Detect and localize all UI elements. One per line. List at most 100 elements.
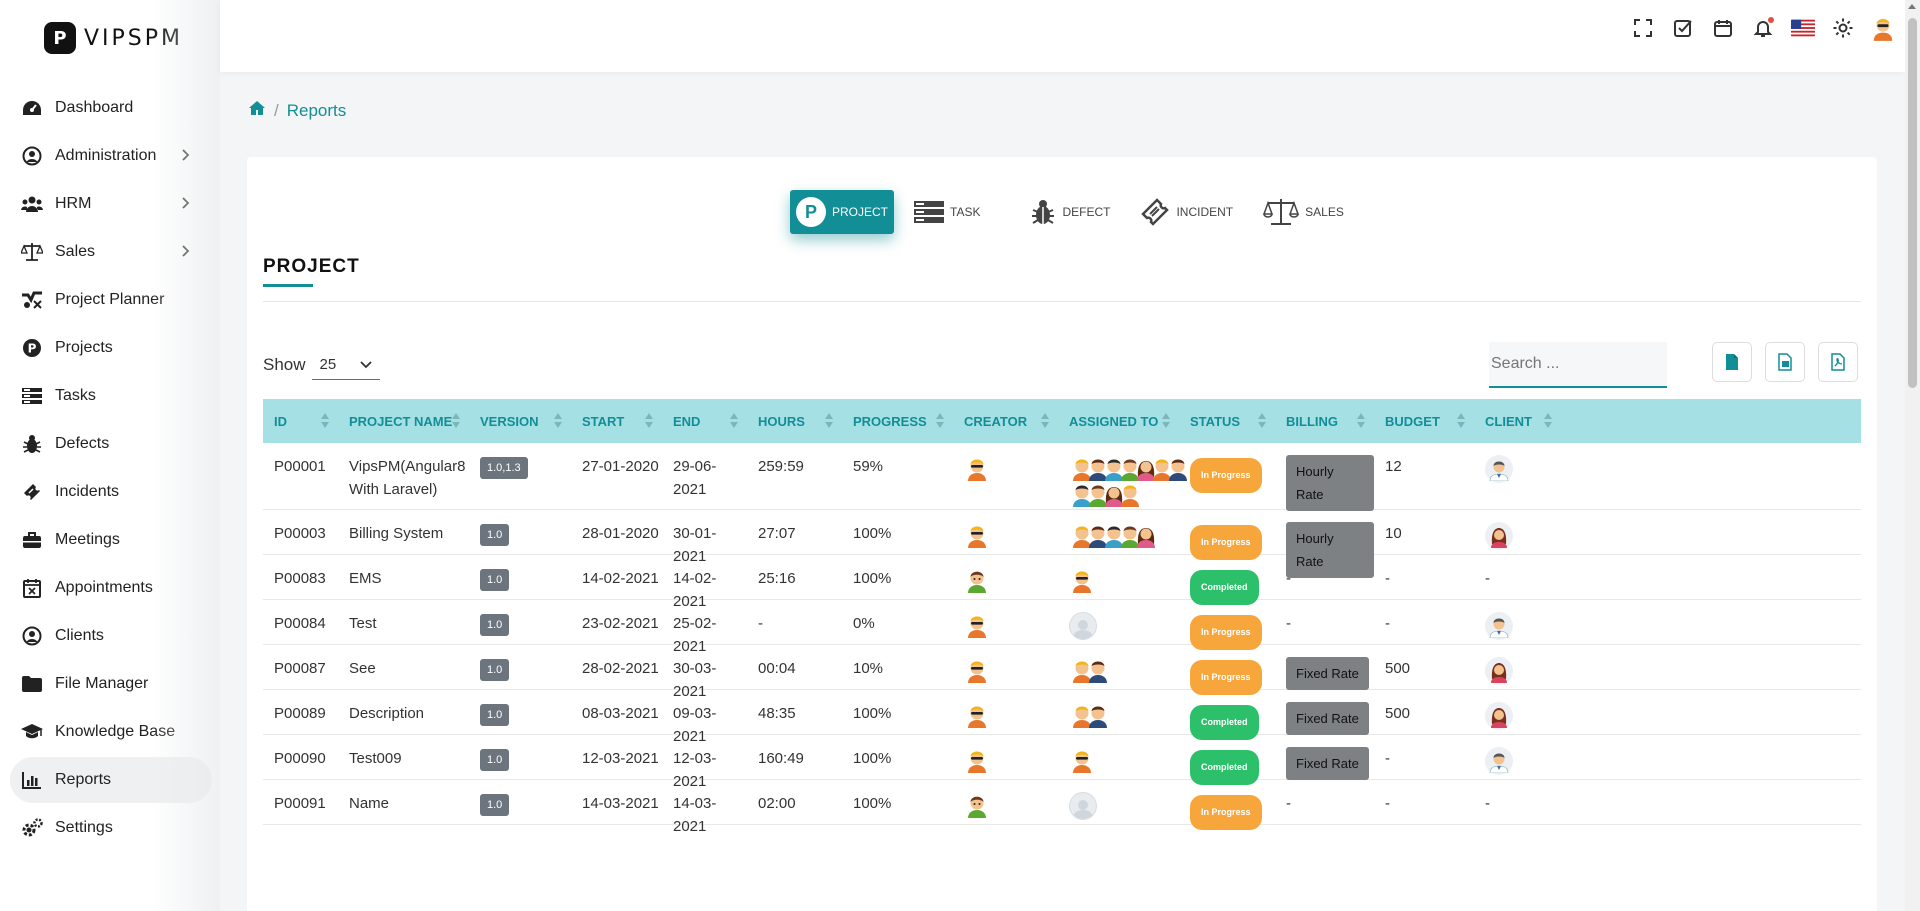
- sidebar-item-incidents[interactable]: Incidents: [10, 469, 212, 515]
- sort-icon[interactable]: [825, 413, 833, 429]
- sidebar-item-clients[interactable]: Clients: [10, 613, 212, 659]
- sidebar-item-defects[interactable]: Defects: [10, 421, 212, 467]
- sort-icon[interactable]: [1041, 413, 1049, 429]
- sort-icon[interactable]: [452, 413, 460, 429]
- column-header-budget[interactable]: BUDGET: [1374, 399, 1474, 443]
- sort-icon[interactable]: [936, 413, 944, 429]
- client-avatar[interactable]: [1485, 522, 1513, 550]
- table-row[interactable]: P00089 Description 1.0 08-03-2021 09-03-2021…: [263, 690, 1861, 745]
- creator-avatar[interactable]: [964, 657, 990, 683]
- client-avatar[interactable]: [1485, 657, 1513, 685]
- creator-avatar[interactable]: [964, 747, 990, 773]
- assignee-placeholder-avatar[interactable]: [1069, 792, 1097, 826]
- creator-avatar[interactable]: [964, 567, 990, 593]
- scale-icon: [20, 240, 44, 264]
- sort-icon[interactable]: [1457, 413, 1465, 429]
- sort-icon[interactable]: [645, 413, 653, 429]
- column-header-project-name[interactable]: PROJECT NAME: [338, 399, 469, 443]
- sidebar-item-knowledge-base[interactable]: Knowledge Base: [10, 709, 212, 755]
- home-icon[interactable]: [248, 100, 266, 121]
- cell-id: P00001: [274, 458, 326, 475]
- column-header-progress[interactable]: PROGRESS: [842, 399, 953, 443]
- sidebar-item-settings[interactable]: Settings: [10, 805, 212, 851]
- creator-avatar[interactable]: [964, 522, 990, 548]
- search-input[interactable]: [1489, 342, 1667, 388]
- sidebar-item-hrm[interactable]: HRM: [10, 181, 212, 227]
- sidebar-item-appointments[interactable]: Appointments: [10, 565, 212, 611]
- sort-icon[interactable]: [730, 413, 738, 429]
- export-csv-button[interactable]: [1712, 342, 1752, 382]
- table-row[interactable]: P00087 See 1.0 28-02-2021 30-03-2021 00:04 10%…: [263, 645, 1861, 700]
- column-header-hours[interactable]: HOURS: [747, 399, 842, 443]
- assignee-avatar[interactable]: [1117, 481, 1143, 507]
- table-row[interactable]: P00084 Test 1.0 23-02-2021 25-02-2021 - 0% In P…: [263, 600, 1861, 655]
- calendar-icon[interactable]: [1711, 16, 1735, 40]
- bell-icon[interactable]: [1751, 16, 1775, 40]
- sidebar-item-project-planner[interactable]: Project Planner: [10, 277, 212, 323]
- sidebar-item-meetings[interactable]: Meetings: [10, 517, 212, 563]
- sidebar-nav: Dashboard Administration HRM Sales Project P…: [10, 85, 212, 853]
- checkbox-icon[interactable]: [1671, 16, 1695, 40]
- sidebar-item-file-manager[interactable]: File Manager: [10, 661, 212, 707]
- sidebar-item-projects[interactable]: P Projects: [10, 325, 212, 371]
- column-header-status[interactable]: STATUS: [1179, 399, 1275, 443]
- client-avatar[interactable]: [1485, 455, 1513, 483]
- assignee-placeholder-avatar[interactable]: [1069, 612, 1097, 646]
- column-header-version[interactable]: VERSION: [469, 399, 571, 443]
- column-header-client[interactable]: CLIENT: [1474, 399, 1561, 443]
- column-header-assigned-to[interactable]: ASSIGNED TO: [1058, 399, 1179, 443]
- export-pdf-button[interactable]: [1818, 342, 1858, 382]
- client-avatar[interactable]: [1485, 747, 1513, 775]
- sidebar-item-reports[interactable]: Reports: [10, 757, 212, 803]
- table-row[interactable]: P00001 VipsPM(Angular8 With Laravel) 1.0,1…: [263, 443, 1861, 511]
- tab-project[interactable]: P PROJECT: [790, 190, 895, 234]
- page-size-select[interactable]: 25: [311, 350, 380, 380]
- us-flag-icon[interactable]: [1791, 16, 1815, 40]
- assignee-avatar[interactable]: [1069, 567, 1095, 593]
- cell-client: [1474, 645, 1561, 689]
- tab-sales[interactable]: SALES: [1253, 190, 1354, 234]
- gear-icon[interactable]: [1831, 16, 1855, 40]
- sort-icon[interactable]: [1544, 413, 1552, 429]
- sort-icon[interactable]: [321, 413, 329, 429]
- sidebar-item-sales[interactable]: Sales: [10, 229, 212, 275]
- sidebar-item-tasks[interactable]: Tasks: [10, 373, 212, 419]
- page-scrollbar[interactable]: [1905, 0, 1920, 911]
- client-avatar[interactable]: [1485, 702, 1513, 730]
- sidebar-item-administration[interactable]: Administration: [10, 133, 212, 179]
- tab-defect[interactable]: DEFECT: [1020, 190, 1120, 234]
- client-avatar[interactable]: [1485, 612, 1513, 640]
- column-header-id[interactable]: ID: [263, 399, 338, 443]
- sort-icon[interactable]: [554, 413, 562, 429]
- table-row[interactable]: P00083 EMS 1.0 14-02-2021 14-02-2021 25:16 100…: [263, 555, 1861, 610]
- cell-assigned: [1058, 735, 1179, 779]
- assignee-avatar[interactable]: [1085, 657, 1111, 683]
- fullscreen-icon[interactable]: [1631, 16, 1655, 40]
- export-excel-button[interactable]: [1765, 342, 1805, 382]
- creator-avatar[interactable]: [964, 702, 990, 728]
- table-row[interactable]: P00091 Name 1.0 14-03-2021 14-03-2021 02:00 10…: [263, 780, 1861, 835]
- user-avatar[interactable]: [1871, 16, 1895, 41]
- assignee-avatar[interactable]: [1133, 522, 1159, 548]
- column-header-creator[interactable]: CREATOR: [953, 399, 1058, 443]
- creator-avatar[interactable]: [964, 792, 990, 818]
- sort-icon[interactable]: [1258, 413, 1266, 429]
- tab-task[interactable]: TASK: [904, 190, 990, 234]
- sidebar-item-dashboard[interactable]: Dashboard: [10, 85, 212, 131]
- scroll-up-arrow-icon[interactable]: [1908, 4, 1916, 9]
- creator-avatar[interactable]: [964, 455, 990, 481]
- cell-end: 12-03-2021: [673, 750, 717, 790]
- tab-incident[interactable]: INCIDENT: [1130, 190, 1243, 234]
- assignee-avatar[interactable]: [1085, 702, 1111, 728]
- column-header-billing[interactable]: BILLING: [1275, 399, 1374, 443]
- table-row[interactable]: P00090 Test009 1.0 12-03-2021 12-03-2021 160:…: [263, 735, 1861, 790]
- creator-avatar[interactable]: [964, 612, 990, 638]
- scrollbar-thumb[interactable]: [1908, 18, 1917, 388]
- sort-icon[interactable]: [1162, 413, 1170, 429]
- logo[interactable]: P VIPSPM: [44, 22, 183, 54]
- assignee-avatar[interactable]: [1069, 747, 1095, 773]
- column-header-end[interactable]: END: [662, 399, 747, 443]
- column-header-start[interactable]: START: [571, 399, 662, 443]
- table-row[interactable]: P00003 Billing System 1.0 28-01-2020 30-01-2…: [263, 510, 1861, 578]
- sort-icon[interactable]: [1357, 413, 1365, 429]
